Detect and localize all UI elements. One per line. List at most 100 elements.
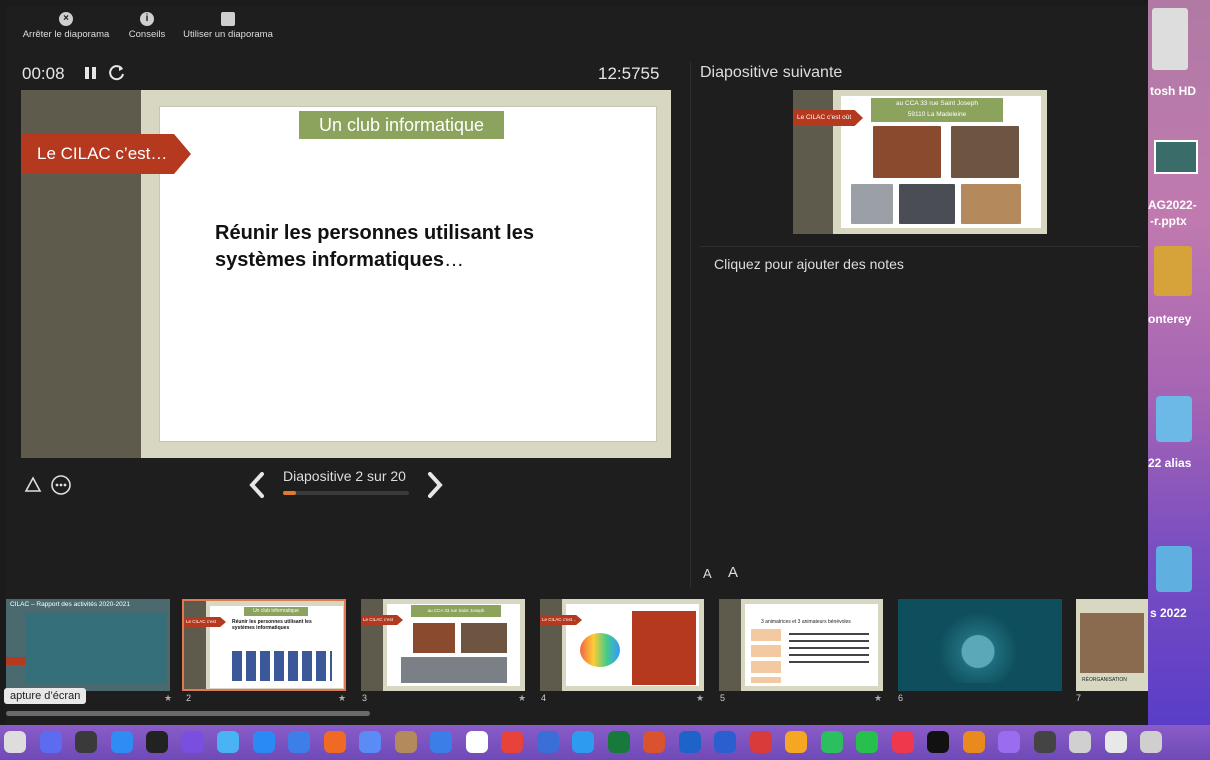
dock-app-icon[interactable]	[1104, 731, 1127, 753]
thumb5-text	[789, 633, 869, 663]
dock-app-icon[interactable]	[607, 731, 630, 753]
elapsed-timer: 00:08	[22, 64, 65, 83]
hard-drive-icon[interactable]	[1152, 8, 1188, 70]
previous-slide-button[interactable]	[246, 470, 268, 500]
dock-app-icon[interactable]	[430, 731, 452, 753]
filmstrip-thumb-4[interactable]: Le CILAC c’est…	[540, 599, 704, 691]
folder-icon[interactable]	[1154, 246, 1192, 296]
dock-app-icon[interactable]	[998, 731, 1020, 753]
dock-app-icon[interactable]	[39, 731, 62, 753]
restart-button[interactable]	[108, 64, 126, 82]
dock-app-icon[interactable]	[714, 731, 736, 753]
dock-app-icon[interactable]	[252, 731, 275, 753]
slide-body-ellipsis: …	[443, 249, 464, 271]
thumb3-photo3	[401, 657, 507, 683]
thumb2-star-icon: ★	[338, 693, 347, 703]
alias-folder-icon[interactable]	[1156, 396, 1192, 442]
filmstrip-thumb-5[interactable]: 3 animatrices et 3 animateurs bénévoles	[719, 599, 883, 691]
dock-app-icon[interactable]	[749, 731, 772, 753]
dock-app-icon[interactable]	[501, 731, 523, 753]
dock-app-icon[interactable]	[962, 731, 985, 753]
desktop-label-alias: 22 alias	[1148, 456, 1192, 470]
screenshot-tooltip: apture d’écran	[4, 688, 87, 704]
filmstrip-thumb-2[interactable]: Un club informatique Le CILAC c’est Réun…	[182, 599, 346, 691]
dock-app-icon[interactable]	[75, 731, 97, 753]
tips-button[interactable]: i Conseils	[122, 12, 172, 40]
current-slide[interactable]: Un club informatique Le CILAC c’est… Réu…	[21, 90, 671, 458]
photo-church	[873, 126, 941, 178]
more-icon	[51, 475, 71, 495]
photo-2	[899, 184, 955, 224]
thumb5-band	[719, 599, 741, 691]
desktop-label-hd: tosh HD	[1150, 84, 1196, 98]
pane-divider	[690, 62, 691, 588]
dock-app-icon[interactable]	[288, 731, 310, 753]
stop-show-button[interactable]: × Arrêter le diaporama	[16, 12, 116, 40]
next-slide-preview[interactable]: Le CILAC c’est oût au CCA 33 rue Saint J…	[793, 90, 1047, 234]
dock-app-icon[interactable]	[465, 731, 488, 753]
filmstrip-thumb-1[interactable]: CILAC – Rapport des activités 2020-2021	[6, 599, 170, 691]
use-display-label: Utiliser un diaporama	[183, 29, 273, 40]
dock-app-icon[interactable]	[678, 731, 701, 753]
thumb7-number: 7	[1076, 693, 1082, 703]
folder-icon-2[interactable]	[1156, 546, 1192, 592]
thumb5-number: 5	[720, 693, 726, 703]
slide-body-line1: Réunir les personnes utilisant les	[215, 222, 534, 244]
dock-app-icon[interactable]	[536, 731, 559, 753]
thumb3-band	[361, 599, 383, 691]
dock-app-icon[interactable]	[181, 731, 204, 753]
dock-app-icon[interactable]	[643, 731, 665, 753]
slide-progress-track	[283, 491, 409, 495]
dock-app-icon[interactable]	[323, 731, 346, 753]
next-slide-button[interactable]	[424, 470, 446, 500]
use-display-button[interactable]: Utiliser un diaporama	[176, 12, 280, 40]
next-slide-arrow-label: Le CILAC c’est oût	[793, 110, 863, 126]
desktop-label-file2: -r.pptx	[1150, 214, 1187, 228]
decrease-font-button[interactable]: A	[703, 566, 712, 581]
clock: 12:5755	[598, 64, 660, 83]
dock-app-icon[interactable]	[4, 731, 26, 753]
image-file-icon[interactable]	[1154, 140, 1198, 174]
dock-app-icon[interactable]	[891, 731, 914, 753]
slide-body: Réunir les personnes utilisant les systè…	[215, 220, 635, 274]
increase-font-button[interactable]: A	[728, 564, 738, 581]
dock-app-icon[interactable]	[927, 731, 949, 753]
thumb5-star-icon: ★	[874, 693, 883, 703]
dock-app-icon[interactable]	[1033, 731, 1056, 753]
dock-app-icon[interactable]	[394, 731, 417, 753]
dock-app-icon[interactable]	[856, 731, 878, 753]
dock-app-icon[interactable]	[217, 731, 239, 753]
dock-app-icon[interactable]	[110, 731, 133, 753]
chevron-left-icon	[249, 472, 264, 498]
thumb3-arrow: Le CILAC c’est	[361, 615, 403, 625]
slide-title: Un club informatique	[299, 111, 504, 139]
pen-tool-button[interactable]	[24, 476, 42, 494]
dock-app-icon[interactable]	[785, 731, 807, 753]
pause-button[interactable]	[84, 66, 98, 80]
dock-app-icon[interactable]	[1069, 731, 1091, 753]
notes-area[interactable]: Cliquez pour ajouter des notes	[714, 256, 1134, 556]
thumb4-textbox	[632, 611, 696, 685]
filmstrip-thumb-3[interactable]: au CCA 33 rue Saint Joseph Le CILAC c’es…	[361, 599, 525, 691]
dock	[0, 725, 1210, 760]
thumb3-photo1	[413, 623, 455, 653]
dock-app-icon[interactable]	[572, 731, 594, 753]
thumb2-text: Réunir les personnes utilisant les systè…	[232, 619, 312, 631]
thumb1-image	[26, 613, 166, 683]
thumb2-title: Un club informatique	[244, 607, 308, 616]
photo-3	[961, 184, 1021, 224]
display-icon	[221, 12, 235, 26]
filmstrip-scrollbar[interactable]	[6, 711, 370, 716]
more-options-button[interactable]	[50, 474, 72, 496]
next-slide-address-line2: 59110 La Madeleine	[907, 111, 967, 118]
dock-app-icon[interactable]	[359, 731, 381, 753]
dock-app-icon[interactable]	[1140, 731, 1162, 753]
dock-app-icon[interactable]	[146, 731, 168, 753]
thumb2-arrow: Le CILAC c’est	[184, 617, 226, 627]
desktop-background: tosh HD AG2022- -r.pptx onterey 22 alias…	[1148, 0, 1210, 725]
filmstrip-thumb-7[interactable]: RÉORGANISATION	[1076, 599, 1148, 691]
dock-app-icon[interactable]	[820, 731, 843, 753]
thumb3-star-icon: ★	[518, 693, 527, 703]
filmstrip-thumb-6[interactable]	[898, 599, 1062, 691]
photo-1	[851, 184, 893, 224]
